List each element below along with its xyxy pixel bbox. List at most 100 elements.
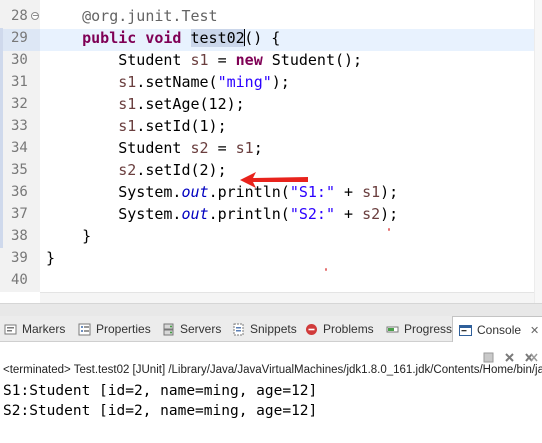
code-line: public void test02() { (46, 28, 280, 49)
code-token: = (208, 51, 236, 69)
code-token: s1 (235, 139, 254, 157)
code-token: new (235, 51, 263, 69)
line-number: 39 (11, 250, 28, 266)
tab-properties[interactable]: Properties (76, 316, 153, 342)
tab-servers[interactable]: Servers (160, 316, 223, 342)
code-token: s2 (190, 139, 209, 157)
code-editor[interactable]: − 28 29 30 31 32 33 34 35 36 37 38 39 40 @org.junit.… (0, 0, 542, 303)
code-line: s1.setName("ming"); (46, 72, 290, 93)
tab-label: Markers (22, 322, 66, 336)
console-output-line: S2:Student [id=2, name=ming, age=12] (3, 403, 318, 419)
code-token: + (335, 205, 363, 223)
tab-label: Snippets (250, 322, 297, 336)
code-line: Student s2 = s1; (46, 138, 263, 159)
line-number: 40 (11, 272, 28, 288)
tab-label: Console (477, 323, 522, 337)
code-token: s1 (190, 51, 209, 69)
views-tab-bar: Markers Properties Servers Snippets Prob… (0, 316, 542, 343)
line-number: 32 (11, 96, 28, 112)
line-number: 37 (11, 206, 28, 222)
code-token: } (82, 227, 92, 245)
code-token: } (46, 249, 56, 267)
tab-label: Servers (180, 322, 222, 336)
code-token: s2 (362, 205, 381, 223)
code-token: void (145, 29, 182, 47)
line-number: 31 (11, 74, 28, 90)
close-icon[interactable]: ✕ (530, 324, 539, 337)
code-token: @org.junit. (82, 7, 182, 25)
annotation-mark (388, 228, 390, 231)
tab-label: Properties (96, 322, 151, 336)
tab-problems[interactable]: Problems (303, 316, 376, 342)
line-number: 30 (11, 52, 28, 68)
tab-console[interactable]: Console ✕ (452, 316, 542, 343)
code-line: } (46, 226, 91, 247)
properties-icon (78, 323, 91, 336)
code-token: out (181, 183, 209, 201)
line-number: 36 (11, 184, 28, 200)
code-token: s2 (118, 161, 137, 179)
code-token: = (208, 139, 236, 157)
view-sash[interactable] (0, 303, 542, 316)
code-line: s2.setId(2); (46, 160, 227, 181)
code-token: public (82, 29, 137, 47)
code-token: Student(); (262, 51, 363, 69)
red-arrow-annotation (240, 172, 308, 188)
code-line: System.out.println("S2:" + s2); (46, 204, 398, 225)
code-line: @org.junit.Test (46, 6, 218, 27)
code-line: } (46, 248, 55, 269)
servers-icon (162, 323, 175, 336)
code-line: s1.setId(1); (46, 116, 227, 137)
code-token: s1 (118, 95, 137, 113)
tab-snippets[interactable]: Snippets (230, 316, 299, 342)
tab-label: Problems (323, 322, 374, 336)
code-token: .setId(1); (136, 117, 227, 135)
code-line: System.out.println("S1:" + s1); (46, 182, 398, 203)
progress-icon (386, 323, 399, 336)
line-number: 34 (11, 140, 28, 156)
tab-progress[interactable]: Progress (384, 316, 454, 342)
line-number: 38 (11, 228, 28, 244)
code-line: s1.setAge(12); (46, 94, 245, 115)
markers-icon (4, 323, 17, 336)
code-token: ; (253, 139, 263, 157)
line-number: 33 (11, 118, 28, 134)
code-token: .setId(2); (136, 161, 227, 179)
code-token: s1 (118, 117, 137, 135)
code-token: .setName( (136, 73, 218, 91)
code-token: "ming" (217, 73, 272, 91)
code-token: ); (380, 205, 399, 223)
code-token: System. (118, 183, 182, 201)
console-view[interactable]: <terminated> Test.test02 [JUnit] /Librar… (0, 342, 542, 443)
code-token: out (181, 205, 209, 223)
code-token: Student (118, 139, 191, 157)
code-token: .println( (208, 205, 290, 223)
snippets-icon (232, 323, 245, 336)
code-token: ); (271, 73, 290, 91)
code-token: .setAge(12); (136, 95, 245, 113)
console-output-line: S1:Student [id=2, name=ming, age=12] (3, 383, 318, 399)
line-number: 35 (11, 162, 28, 178)
code-token: + (335, 183, 363, 201)
change-ruler (0, 28, 3, 248)
code-line: Student s1 = new Student(); (46, 50, 362, 71)
line-number: 29 (11, 30, 28, 46)
code-token: Student (118, 51, 191, 69)
line-number: 28 (11, 8, 28, 24)
code-token: () { (244, 29, 281, 47)
code-token: s1 (118, 73, 137, 91)
annotation-mark (325, 268, 327, 271)
code-token: "S2:" (289, 205, 335, 223)
tab-label: Progress (404, 322, 453, 336)
console-icon (459, 324, 472, 337)
code-token: s1 (362, 183, 381, 201)
tab-markers[interactable]: Markers (2, 316, 67, 342)
code-token: ); (380, 183, 399, 201)
overview-ruler[interactable] (534, 0, 542, 303)
code-token: System. (118, 205, 182, 223)
code-token: Test (181, 7, 218, 25)
horizontal-scrollbar[interactable] (40, 292, 534, 303)
console-status-line: <terminated> Test.test02 [JUnit] /Librar… (3, 364, 542, 376)
